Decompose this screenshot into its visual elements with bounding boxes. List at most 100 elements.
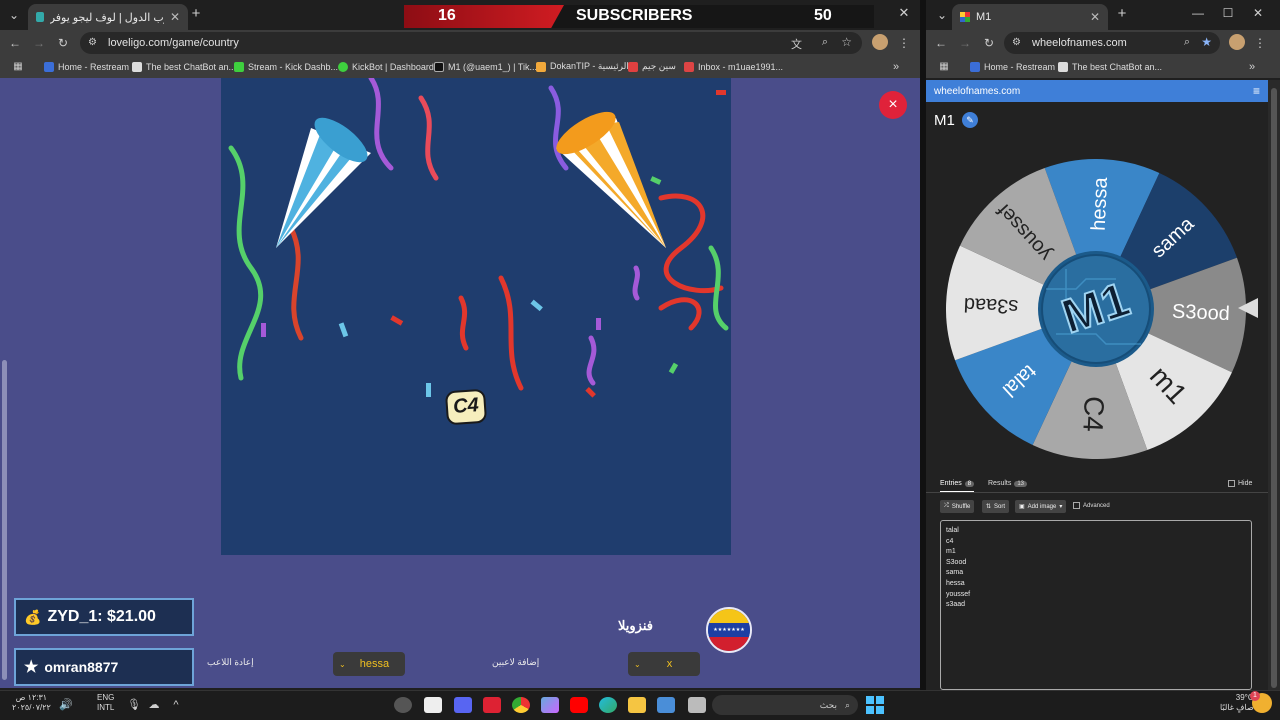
reload-icon[interactable]: ↻ [55,36,71,50]
forward-icon[interactable]: → [957,36,973,50]
shuffle-button[interactable]: ⤮ Shuffle [940,500,975,513]
lang-primary: ENG [97,693,115,702]
reload-icon[interactable]: ↻ [981,36,997,50]
advanced-label: Advanced [1083,502,1110,509]
chrome-app-icon[interactable] [512,697,530,713]
advanced-checkbox[interactable] [1073,502,1080,509]
bookmark-item[interactable]: Inbox - m1uae1991... [684,58,783,75]
tray-expand-icon[interactable]: ^ [168,698,184,712]
hide-toggle[interactable]: Hide [1228,480,1252,487]
donation-text: ZYD_1: $21.00 [47,608,156,625]
tab-close-icon[interactable]: ✕ [170,10,180,24]
hamburger-menu-icon[interactable]: ≡ [1253,84,1260,98]
wheel-segment-label: C4 [1077,395,1110,432]
bookmark-item[interactable]: The best ChatBot an... [1058,58,1162,75]
apps-grid-icon[interactable]: ▦ [936,60,952,74]
site-name[interactable]: wheelofnames.com [934,86,1020,97]
results-count-badge: 13 [1014,480,1028,487]
tab-entries-label: Entries [940,480,962,487]
window-close-icon[interactable]: ✕ [1250,6,1266,20]
edge-app-icon[interactable] [599,697,617,713]
right-tab-title: M1 [976,11,992,23]
profile-avatar[interactable] [1229,34,1245,50]
translate-icon[interactable]: 文 [791,36,802,52]
right-menu-icon[interactable]: ⋮ [1252,36,1268,50]
start-button-icon[interactable] [866,696,884,714]
subscriber-progress-fill [404,5,564,28]
cloud-icon[interactable]: ☁ [146,698,162,712]
back-icon[interactable]: ← [933,36,949,50]
apps-grid-icon[interactable]: ▦ [10,60,26,74]
left-window-close-icon[interactable]: ✕ [896,6,912,20]
bookmarks-overflow-icon[interactable]: » [1244,60,1260,74]
language-indicator[interactable]: ENG INTL [97,693,114,713]
zoom-icon[interactable]: ⌕ [822,36,828,49]
bookmark-item[interactable]: KickBot | Dashboard [338,58,434,75]
minimize-icon[interactable]: — [1190,6,1206,20]
weather-widget[interactable]: 39°C صافٍ غالبًا [1220,693,1254,713]
right-url: wheelofnames.com [1032,37,1127,49]
sort-button[interactable]: ⇅ Sort [982,500,1010,513]
left-address-bar[interactable]: ⚙ loveligo.com/game/country 文 ⌕ ☆ [80,32,862,54]
microphone-icon[interactable]: 🎙 [126,698,142,712]
youtube-app-icon[interactable] [570,697,588,713]
obs-app-icon[interactable] [394,697,412,713]
clock-time: ١٢:٣١ ص [15,693,48,702]
x-select[interactable]: ⌄ x [628,652,700,676]
right-active-tab[interactable]: M1 ✕ [952,4,1108,30]
bookmark-item[interactable]: Home - Restream [44,58,129,75]
edit-title-pencil-icon[interactable]: ✎ [962,112,978,128]
volume-icon[interactable]: 🔊 [58,698,74,712]
clock[interactable]: ١٢:٣١ ص ٢٠٢٥/٠٧/٢٢ [12,693,51,713]
lang-secondary: INTL [97,703,115,712]
left-menu-icon[interactable]: ⋮ [896,36,912,50]
video-app-icon[interactable] [483,697,501,713]
advanced-toggle[interactable]: Advanced [1073,502,1110,509]
right-address-bar[interactable]: ⚙ wheelofnames.com ⌕ ★ [1004,32,1220,54]
bookmark-item[interactable]: The best ChatBot an... [132,58,236,75]
bookmarks-overflow-icon[interactable]: » [888,60,904,74]
search-placeholder: بحث [819,699,837,710]
entries-textarea[interactable]: talal c4 m1 S3ood sama hessa youssef s3a… [940,520,1252,690]
bookmark-item[interactable]: DokanTIP - الرئيسية [536,58,629,75]
left-active-tab[interactable]: لعبة حرب الدول | لوف ليجو يوفر ✕ [28,4,188,30]
discord-app-icon[interactable] [454,697,472,713]
bookmark-item[interactable]: سين جيم [628,58,676,75]
bookmark-item[interactable]: Home - Restream [970,58,1055,75]
task-view-icon[interactable] [688,697,706,713]
file-explorer-icon[interactable] [628,697,646,713]
add-image-button[interactable]: ▣ Add image ▾ [1015,500,1067,513]
bookmark-star-icon[interactable]: ★ [1201,35,1212,49]
tab-search-icon[interactable]: ⌄ [6,8,22,22]
copilot-app-icon[interactable] [541,697,559,713]
site-info-icon[interactable]: ⚙ [1012,37,1021,48]
tab-results[interactable]: Results 13 [988,480,1028,487]
player-select[interactable]: ⌄ hessa [333,652,405,676]
profile-avatar[interactable] [872,34,888,50]
name-wheel[interactable]: hessasamaS3oodm1C4talals3aadyoussef M1 [946,159,1246,459]
new-tab-icon[interactable]: + [188,6,204,21]
tab-close-icon[interactable]: ✕ [1090,10,1100,24]
new-tab-icon[interactable]: + [1114,6,1130,21]
sort-label: Sort [994,503,1006,510]
page-scrollbar[interactable] [2,360,7,680]
bookmark-item[interactable]: M1 (@uaem1_) | Tik... [434,58,537,75]
capcut-app-icon[interactable] [424,697,442,713]
store-app-icon[interactable] [657,697,675,713]
back-icon[interactable]: ← [7,36,23,50]
bookmark-star-icon[interactable]: ☆ [841,35,852,49]
forward-icon[interactable]: → [31,36,47,50]
sort-icon: ⇅ [986,504,992,510]
right-scrollbar[interactable] [1268,80,1280,690]
site-info-icon[interactable]: ⚙ [88,37,97,48]
entry-line: sama [946,569,964,577]
entry-line: talal [946,527,959,534]
bookmark-item[interactable]: Stream - Kick Dashb... [234,58,338,75]
hide-checkbox[interactable] [1228,480,1235,487]
country-name: فنزويلا [618,618,653,633]
maximize-icon[interactable]: ☐ [1220,6,1236,20]
tab-search-icon[interactable]: ⌄ [934,8,950,22]
game-close-button[interactable]: × [879,91,907,119]
taskbar-search[interactable]: بحث ⌕ [712,695,858,715]
zoom-icon[interactable]: ⌕ [1184,36,1190,49]
